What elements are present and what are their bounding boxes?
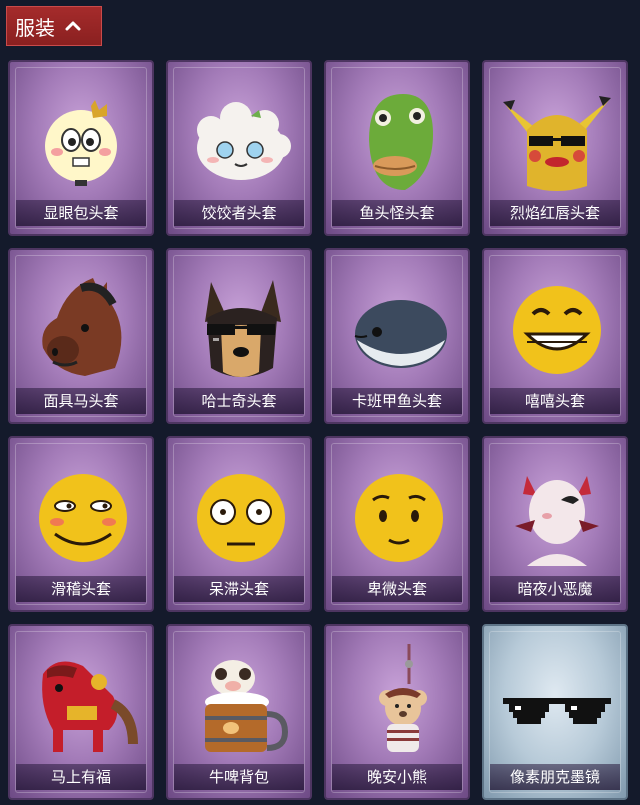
pixel-sunglasses-icon xyxy=(503,698,611,724)
little-devil-icon xyxy=(515,476,599,566)
fish-mask-icon xyxy=(354,300,447,368)
item-name: 马上有福 xyxy=(16,764,146,790)
item-card[interactable]: 晚安小熊 xyxy=(324,624,470,800)
item-card[interactable]: 滑稽头套 xyxy=(8,436,154,612)
red-lips-mask-icon xyxy=(503,96,611,191)
horse-mask-icon xyxy=(42,278,122,376)
category-tab-costume[interactable]: 服装 xyxy=(6,6,102,46)
item-name: 呆滞头套 xyxy=(174,576,304,602)
item-card[interactable]: 鱼头怪头套 xyxy=(324,60,470,236)
item-name: 卡班甲鱼头套 xyxy=(332,388,462,414)
item-name: 暗夜小恶魔 xyxy=(490,576,620,602)
bright-face-mask-icon xyxy=(45,100,117,186)
item-card[interactable]: 像素朋克墨镜 xyxy=(482,624,628,800)
item-name: 滑稽头套 xyxy=(16,576,146,602)
dazed-emoji-mask-icon xyxy=(197,474,285,562)
humble-emoji-mask-icon xyxy=(355,474,443,562)
item-name: 饺饺者头套 xyxy=(174,200,304,226)
bear-pendant-icon xyxy=(379,644,427,752)
item-name: 牛啤背包 xyxy=(174,764,304,790)
item-name: 烈焰红唇头套 xyxy=(490,200,620,226)
item-card[interactable]: 哈士奇头套 xyxy=(166,248,312,424)
item-card[interactable]: 烈焰红唇头套 xyxy=(482,60,628,236)
item-name: 晚安小熊 xyxy=(332,764,462,790)
item-name: 面具马头套 xyxy=(16,388,146,414)
item-name: 鱼头怪头套 xyxy=(332,200,462,226)
funny-emoji-mask-icon xyxy=(39,474,127,562)
item-name: 卑微头套 xyxy=(332,576,462,602)
item-card[interactable]: 呆滞头套 xyxy=(166,436,312,612)
item-card[interactable]: 牛啤背包 xyxy=(166,624,312,800)
red-horse-icon xyxy=(42,661,138,752)
item-name: 像素朋克墨镜 xyxy=(490,764,620,790)
item-card[interactable]: 显眼包头套 xyxy=(8,60,154,236)
item-card[interactable]: 暗夜小恶魔 xyxy=(482,436,628,612)
dumpling-mask-icon xyxy=(197,102,291,180)
item-card[interactable]: 马上有福 xyxy=(8,624,154,800)
husky-mask-icon xyxy=(205,280,281,377)
item-card[interactable]: 卡班甲鱼头套 xyxy=(324,248,470,424)
item-card[interactable]: 嘻嘻头套 xyxy=(482,248,628,424)
category-label: 服装 xyxy=(15,15,55,40)
item-name: 显眼包头套 xyxy=(16,200,146,226)
fish-head-mask-icon xyxy=(369,94,433,190)
beer-mug-backpack-icon xyxy=(205,660,289,752)
costume-panel: 服装 显眼包头套 饺饺者头套 鱼头怪头套 烈焰红唇头套 面具马头套 哈士奇头套 … xyxy=(0,0,640,805)
item-name: 哈士奇头套 xyxy=(174,388,304,414)
item-card[interactable]: 饺饺者头套 xyxy=(166,60,312,236)
chevron-up-icon xyxy=(65,21,81,31)
item-card[interactable]: 面具马头套 xyxy=(8,248,154,424)
grin-emoji-mask-icon xyxy=(513,286,601,374)
item-name: 嘻嘻头套 xyxy=(490,388,620,414)
item-card[interactable]: 卑微头套 xyxy=(324,436,470,612)
